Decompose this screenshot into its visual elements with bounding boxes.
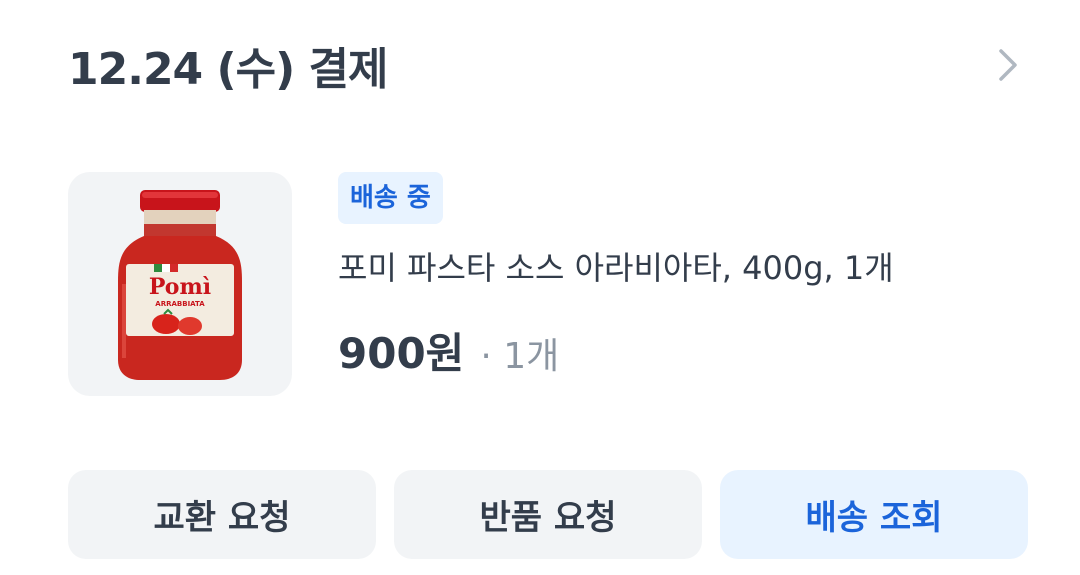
order-date-title: 12.24 (수) 결제 <box>68 44 388 95</box>
track-delivery-button[interactable]: 배송 조회 <box>720 470 1028 559</box>
product-quantity: · 1개 <box>480 336 560 377</box>
svg-text:ARRABBIATA: ARRABBIATA <box>155 300 205 308</box>
product-name[interactable]: 포미 파스타 소스 아라비아타, 400g, 1개 <box>338 246 1040 290</box>
order-header[interactable]: 12.24 (수) 결제 <box>68 30 1028 100</box>
price-row: 900원 · 1개 <box>338 320 1040 381</box>
product-price: 900원 <box>338 329 465 378</box>
product-thumbnail[interactable]: Pomì ARRABBIATA <box>68 172 292 396</box>
delivery-status-badge: 배송 중 <box>338 172 443 224</box>
order-actions: 교환 요청 반품 요청 배송 조회 <box>68 470 1028 559</box>
chevron-right-icon[interactable] <box>988 45 1028 85</box>
exchange-request-button[interactable]: 교환 요청 <box>68 470 376 559</box>
sauce-jar-image: Pomì ARRABBIATA <box>118 190 242 380</box>
order-item-info: 배송 중 포미 파스타 소스 아라비아타, 400g, 1개 900원 · 1개 <box>338 172 1040 381</box>
return-request-button[interactable]: 반품 요청 <box>394 470 702 559</box>
svg-text:Pomì: Pomì <box>149 274 211 300</box>
